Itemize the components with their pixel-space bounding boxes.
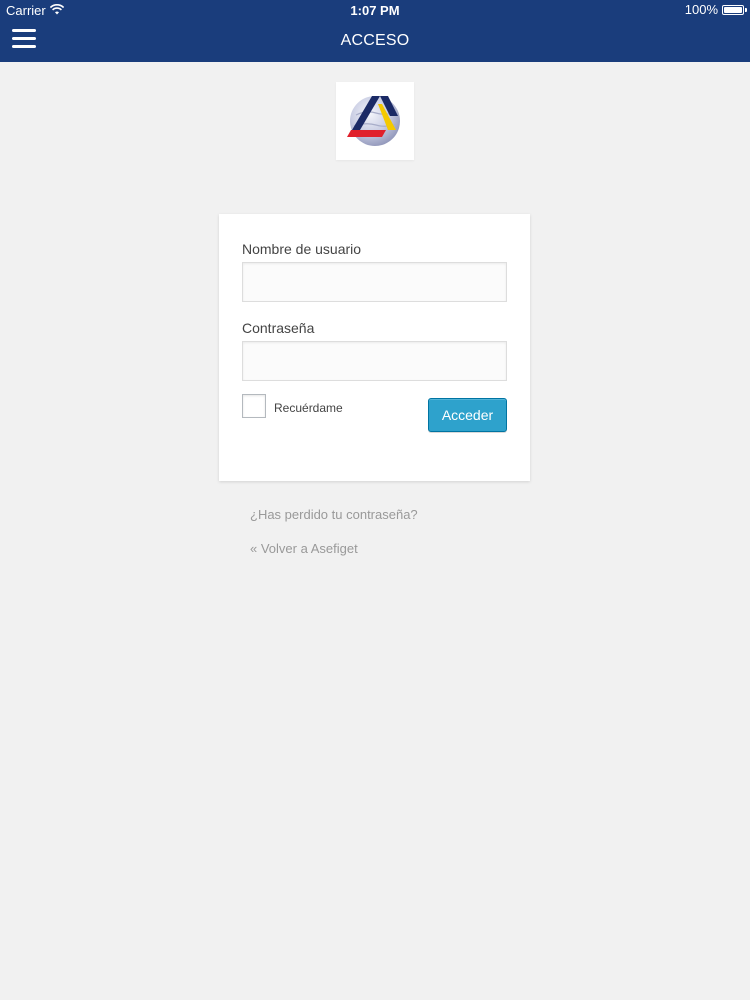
remember-me-label[interactable]: Recuérdame — [274, 401, 343, 415]
page-title: ACCESO — [340, 32, 410, 49]
battery-percent: 100% — [684, 2, 718, 17]
username-input[interactable] — [242, 262, 507, 302]
login-button[interactable]: Acceder — [428, 398, 507, 432]
password-label: Contraseña — [242, 320, 315, 336]
nav-bar: ACCESO — [0, 20, 750, 62]
status-right: 100% — [684, 2, 747, 17]
asefiget-logo-icon — [347, 96, 400, 146]
lost-password-link[interactable]: ¿Has perdido tu contraseña? — [250, 507, 418, 522]
site-logo[interactable] — [336, 82, 414, 160]
status-bar: Carrier 1:07 PM 100% — [0, 0, 750, 20]
status-time: 1:07 PM — [350, 3, 400, 18]
login-form: Nombre de usuario Contraseña Recuérdame … — [219, 214, 530, 481]
remember-me-checkbox[interactable] — [242, 394, 266, 418]
battery-icon — [722, 4, 747, 15]
back-to-site-link[interactable]: « Volver a Asefiget — [250, 541, 358, 556]
username-label: Nombre de usuario — [242, 241, 362, 257]
password-input[interactable] — [242, 341, 507, 381]
